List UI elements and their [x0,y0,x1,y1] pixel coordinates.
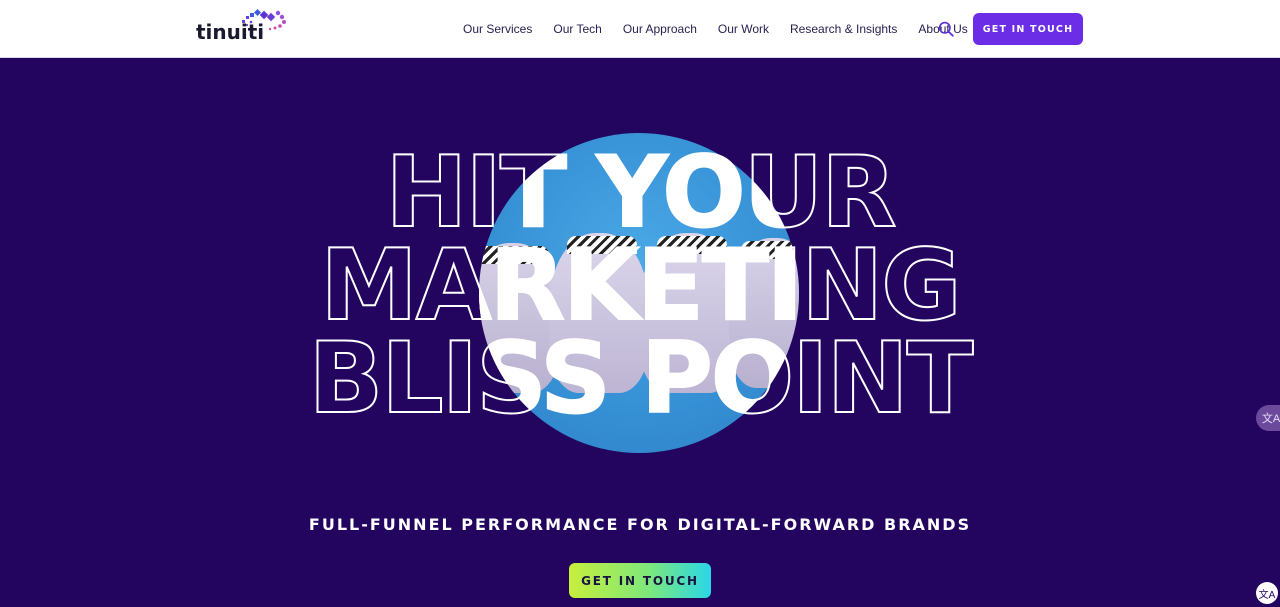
nav-item-our-work[interactable]: Our Work [718,22,769,36]
headline-fill-line-2: MARKETING [479,229,799,343]
logo-dots-icon [242,8,286,31]
header-get-in-touch-button[interactable]: GET IN TOUCH [973,13,1083,45]
headline-fill-line-1: HIT YOUR [479,136,799,250]
translate-icon[interactable]: 文A [1256,405,1280,431]
nav-item-our-services[interactable]: Our Services [463,22,532,36]
translate-corner-button[interactable]: 文A [1256,582,1278,604]
nav-item-our-approach[interactable]: Our Approach [623,22,697,36]
headline-filled-overlay: HIT YOUR MARKETING BLISS POINT [479,133,799,453]
hero-get-in-touch-button[interactable]: GET IN TOUCH [569,563,711,598]
nav-item-research-insights[interactable]: Research & Insights [790,22,897,36]
hero-section: HIT YOUR MARKETING BLISS POINT HIT YOUR … [0,59,1280,607]
hero-subheadline: FULL-FUNNEL PERFORMANCE FOR DIGITAL-FORW… [308,515,972,534]
search-icon[interactable] [938,21,954,37]
headline-fill-line-3: BLISS POINT [479,322,799,436]
nav-item-our-tech[interactable]: Our Tech [553,22,601,36]
site-header: tinuiti Our Services Our Tech Our Approa… [0,0,1280,58]
main-nav: Our Services Our Tech Our Approach Our W… [463,0,989,58]
tinuiti-logo[interactable]: tinuiti [196,8,292,46]
